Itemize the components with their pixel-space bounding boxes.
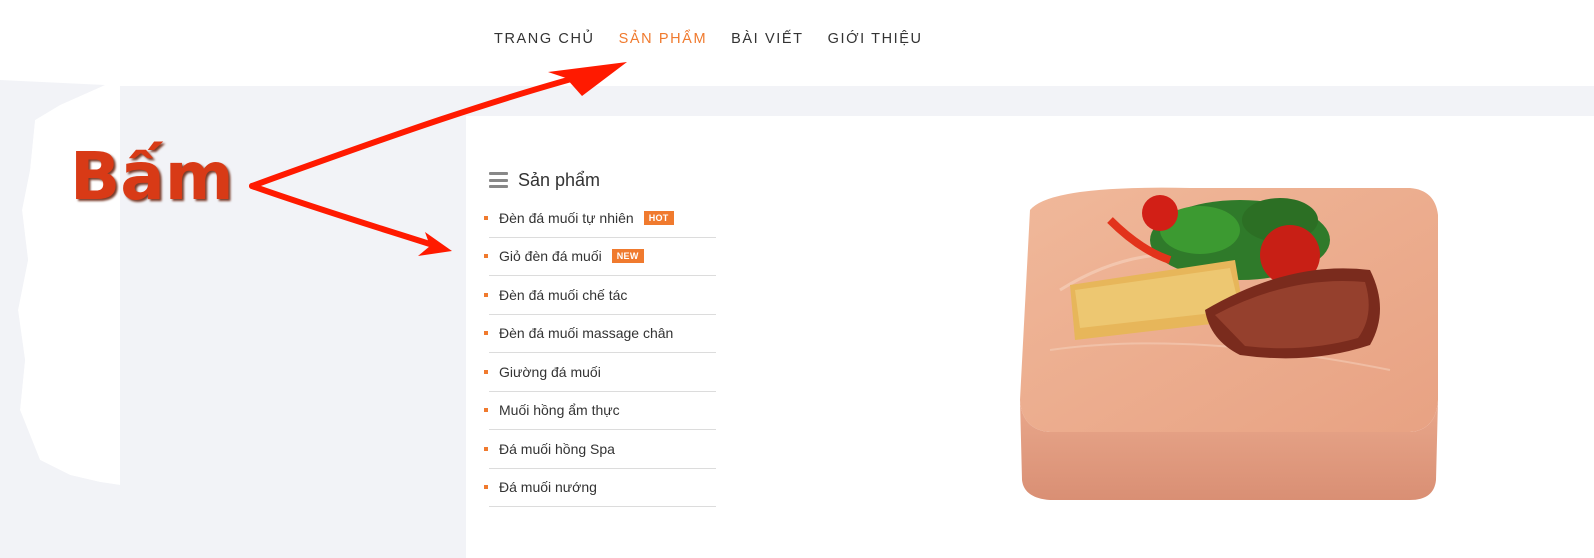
salt-block-image	[1020, 187, 1438, 500]
header-bar: TRANG CHỦ SẢN PHẨM BÀI VIẾT GIỚI THIỆU	[0, 0, 1594, 86]
bullet-icon	[484, 215, 488, 220]
nav-products[interactable]: SẢN PHẨM	[619, 31, 708, 47]
nav-articles[interactable]: BÀI VIẾT	[731, 31, 803, 47]
bullet-icon	[484, 331, 488, 336]
category-label: Giường đá muối	[499, 363, 601, 380]
main-nav: TRANG CHỦ SẢN PHẨM BÀI VIẾT GIỚI THIỆU	[494, 31, 947, 47]
bullet-icon	[484, 408, 488, 413]
category-label: Đèn đá muối chế tác	[499, 286, 628, 303]
category-item-natural-lamp[interactable]: Đèn đá muối tự nhiên HOT	[484, 199, 716, 238]
grey-band	[0, 86, 1594, 116]
nav-about[interactable]: GIỚI THIỆU	[828, 31, 923, 47]
category-item-foot-massage-lamp[interactable]: Đèn đá muối massage chân	[484, 315, 716, 353]
category-item-grilling-salt[interactable]: Đá muối nướng	[484, 469, 716, 507]
category-label: Đá muối hồng Spa	[499, 440, 615, 457]
category-sidebar: Sản phẩm Đèn đá muối tự nhiên HOT Giỏ đèn…	[484, 165, 716, 507]
category-item-salt-bed[interactable]: Giường đá muối	[484, 353, 716, 392]
bullet-icon	[484, 446, 488, 451]
category-label: Đèn đá muối tự nhiên	[499, 209, 634, 226]
annotation-text: Bấm	[70, 138, 234, 215]
new-badge: NEW	[611, 249, 644, 264]
category-item-lamp-basket[interactable]: Giỏ đèn đá muối NEW	[484, 238, 716, 276]
bullet-icon	[484, 485, 488, 490]
category-item-spa-salt[interactable]: Đá muối hồng Spa	[484, 430, 716, 469]
category-item-crafted-lamp[interactable]: Đèn đá muối chế tác	[484, 276, 716, 315]
category-item-culinary-salt[interactable]: Muối hồng ẩm thực	[484, 392, 716, 430]
nav-home[interactable]: TRANG CHỦ	[494, 31, 595, 47]
category-label: Đèn đá muối massage chân	[499, 325, 674, 342]
bullet-icon	[484, 369, 488, 374]
bullet-icon	[484, 254, 488, 259]
category-label: Đá muối nướng	[499, 479, 597, 496]
bullet-icon	[484, 292, 488, 297]
sidebar-header: Sản phẩm	[489, 165, 716, 195]
hamburger-icon[interactable]	[489, 172, 508, 188]
sidebar-title: Sản phẩm	[518, 169, 601, 190]
category-label: Giỏ đèn đá muối	[499, 248, 602, 265]
category-label: Muối hồng ẩm thực	[499, 402, 620, 419]
hot-badge: HOT	[643, 210, 674, 225]
category-list: Đèn đá muối tự nhiên HOT Giỏ đèn đá muối N…	[484, 199, 716, 507]
